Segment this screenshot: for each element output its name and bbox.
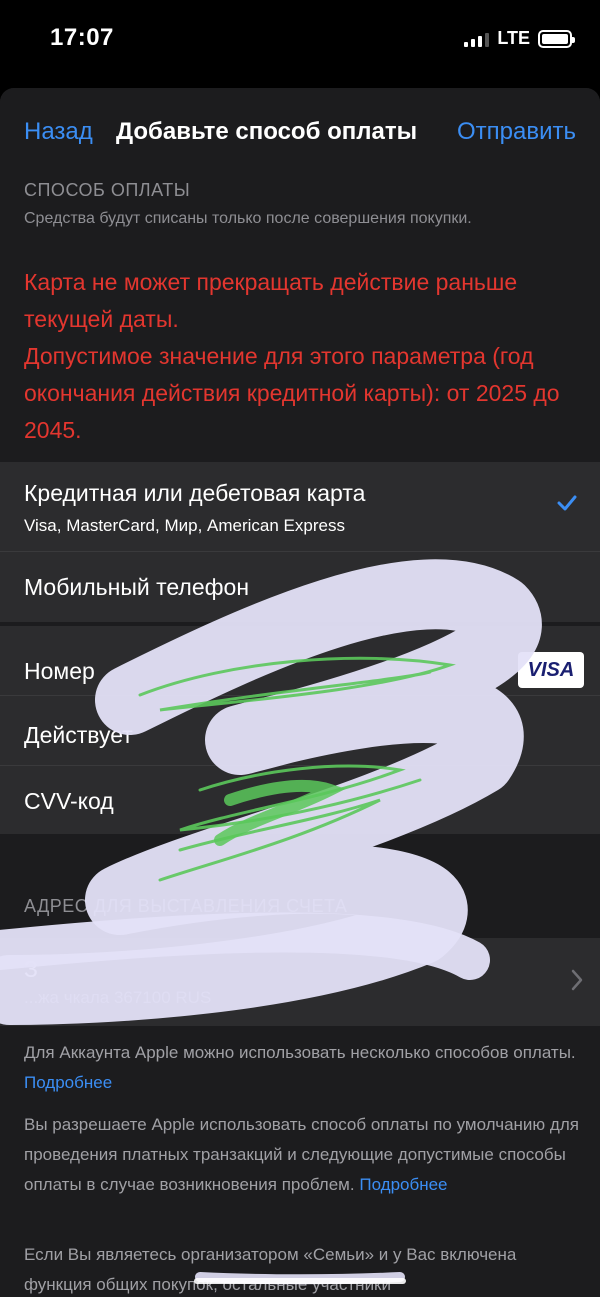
footer-note-1: Для Аккаунта Apple можно использовать не… bbox=[24, 1038, 584, 1098]
footer-note-2: Вы разрешаете Apple использовать способ … bbox=[24, 1110, 584, 1200]
billing-address-name: З bbox=[24, 956, 38, 982]
card-expiry-label: Действует bbox=[24, 722, 133, 748]
payment-section-note: Средства будут списаны только после сове… bbox=[24, 210, 472, 227]
card-cvv-row[interactable]: CVV-код bbox=[0, 766, 600, 834]
send-button[interactable]: Отправить bbox=[457, 118, 576, 146]
card-number-label: Номер bbox=[24, 658, 95, 684]
status-time: 17:07 bbox=[50, 24, 114, 51]
payment-section-header: СПОСОБ ОПЛАТЫ bbox=[24, 180, 191, 200]
navigation-bar: Назад Добавьте способ оплаты Отправить bbox=[0, 88, 600, 176]
method-card-title: Кредитная или дебетовая карта bbox=[24, 480, 366, 506]
footer-note-3: Если Вы являетесь организатором «Семьи» … bbox=[24, 1245, 517, 1294]
footer-note-2-text: Вы разрешаете Apple использовать способ … bbox=[24, 1115, 579, 1194]
payment-method-group: Кредитная или дебетовая карта Visa, Mast… bbox=[0, 462, 600, 622]
billing-address-header: АДРЕС ДЛЯ ВЫСТАВЛЕНИЯ СЧЕТА bbox=[24, 896, 348, 916]
footer-link-1[interactable]: Подробнее bbox=[24, 1073, 112, 1092]
page-title: Добавьте способ оплаты bbox=[116, 118, 418, 145]
status-indicators: LTE bbox=[464, 28, 575, 49]
card-cvv-label: CVV-код bbox=[24, 788, 114, 814]
network-type: LTE bbox=[497, 28, 530, 48]
status-bar: 17:07 LTE bbox=[0, 0, 600, 80]
card-expiry-row[interactable]: Действует bbox=[0, 696, 600, 766]
error-message-text: Карта не может прекращать действие раньш… bbox=[24, 269, 560, 443]
footer-link-2[interactable]: Подробнее bbox=[359, 1175, 447, 1194]
billing-address-row[interactable]: З ...жа чкала 367100 RUS bbox=[0, 938, 600, 1026]
billing-address-group: З ...жа чкала 367100 RUS bbox=[0, 938, 600, 1026]
home-indicator[interactable] bbox=[194, 1278, 406, 1284]
error-message: Карта не может прекращать действие раньш… bbox=[24, 264, 594, 449]
method-phone-title: Мобильный телефон bbox=[24, 574, 250, 600]
card-number-row[interactable]: Номер VISA bbox=[0, 626, 600, 696]
checkmark-icon bbox=[557, 495, 577, 511]
method-card-subtitle: Visa, MasterCard, Мир, American Express bbox=[24, 516, 345, 535]
visa-icon: VISA bbox=[518, 652, 584, 688]
battery-icon bbox=[538, 29, 575, 48]
payment-sheet: Назад Добавьте способ оплаты Отправить С… bbox=[0, 88, 600, 1297]
card-details-group: Номер VISA Действует CVV-код bbox=[0, 626, 600, 834]
billing-address-value: ...жа чкала 367100 RUS bbox=[24, 988, 212, 1007]
chevron-right-icon bbox=[571, 969, 583, 991]
method-phone-row[interactable]: Мобильный телефон bbox=[0, 552, 600, 622]
footer-note-1-text: Для Аккаунта Apple можно использовать не… bbox=[24, 1043, 576, 1062]
method-card-row[interactable]: Кредитная или дебетовая карта Visa, Mast… bbox=[0, 462, 600, 552]
back-button[interactable]: Назад bbox=[24, 118, 93, 146]
signal-icon bbox=[464, 31, 490, 47]
